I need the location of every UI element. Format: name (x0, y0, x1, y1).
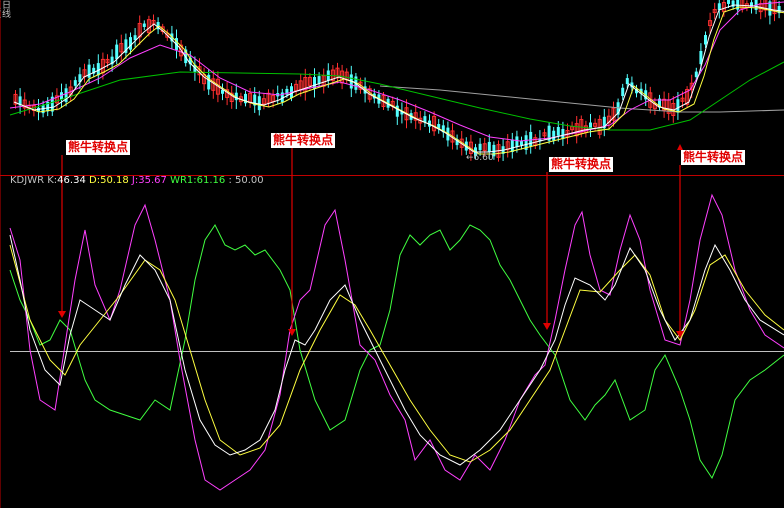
ref-value: : 50.00 (228, 175, 264, 186)
period-label: 日线 (0, 0, 10, 18)
chart-canvas (0, 0, 784, 508)
turn-point-label: 熊牛转换点 (66, 140, 131, 155)
j-value: 35.67 (138, 175, 167, 186)
candle-down (625, 78, 629, 85)
turn-arrow-head (58, 311, 66, 318)
d-label: D: (89, 175, 101, 186)
candle-down (423, 116, 427, 123)
candle-down (676, 99, 680, 113)
candle-down (529, 131, 533, 147)
candle-down (561, 129, 565, 139)
indicator-header: KDJWR K:46.34 D:50.18 J:35.67 WR1:61.16 … (10, 175, 264, 187)
candle-down (621, 87, 625, 97)
candle-down (717, 3, 721, 11)
k-value: 46.34 (57, 175, 86, 186)
d-line (9, 244, 784, 463)
candle-down (317, 76, 321, 84)
ma-yellow-line (18, 6, 784, 155)
wr-label: WR1: (170, 175, 197, 186)
stock-chart[interactable]: 日线 复权 ←6.60 熊牛转换点 熊牛转换点 熊牛转换点 熊牛转换点 KDJW… (0, 0, 784, 508)
candle-down (510, 139, 514, 153)
candle-down (73, 80, 77, 86)
candle-down (694, 71, 698, 78)
candle-down (257, 96, 261, 111)
k-label: K: (47, 175, 58, 186)
turn-arrow-head (543, 323, 551, 330)
candle-down (727, 0, 730, 4)
turn-point-label: 熊牛转换点 (271, 133, 336, 148)
candle-down (520, 141, 523, 146)
d-value: 50.18 (100, 175, 129, 186)
low-price-label: ←6.60 (466, 153, 494, 163)
turn-point-label: 熊牛转换点 (549, 157, 614, 172)
period-labels: 日线 复权 (0, 0, 10, 18)
candle-down (515, 136, 519, 147)
j-line (9, 193, 784, 491)
candle-down (704, 35, 707, 45)
candle-down (129, 37, 132, 50)
candle-down (115, 44, 119, 60)
candle-down (487, 141, 491, 152)
candle-down (552, 130, 556, 141)
candle-down (142, 23, 146, 27)
turn-point-label: 熊牛转换点 (681, 150, 746, 165)
indicator-name: KDJWR (10, 175, 45, 186)
candle-down (87, 64, 91, 78)
candle-down (478, 143, 482, 151)
candle-down (556, 127, 560, 136)
candle-down (96, 63, 100, 76)
wr-value: 61.16 (196, 175, 226, 186)
